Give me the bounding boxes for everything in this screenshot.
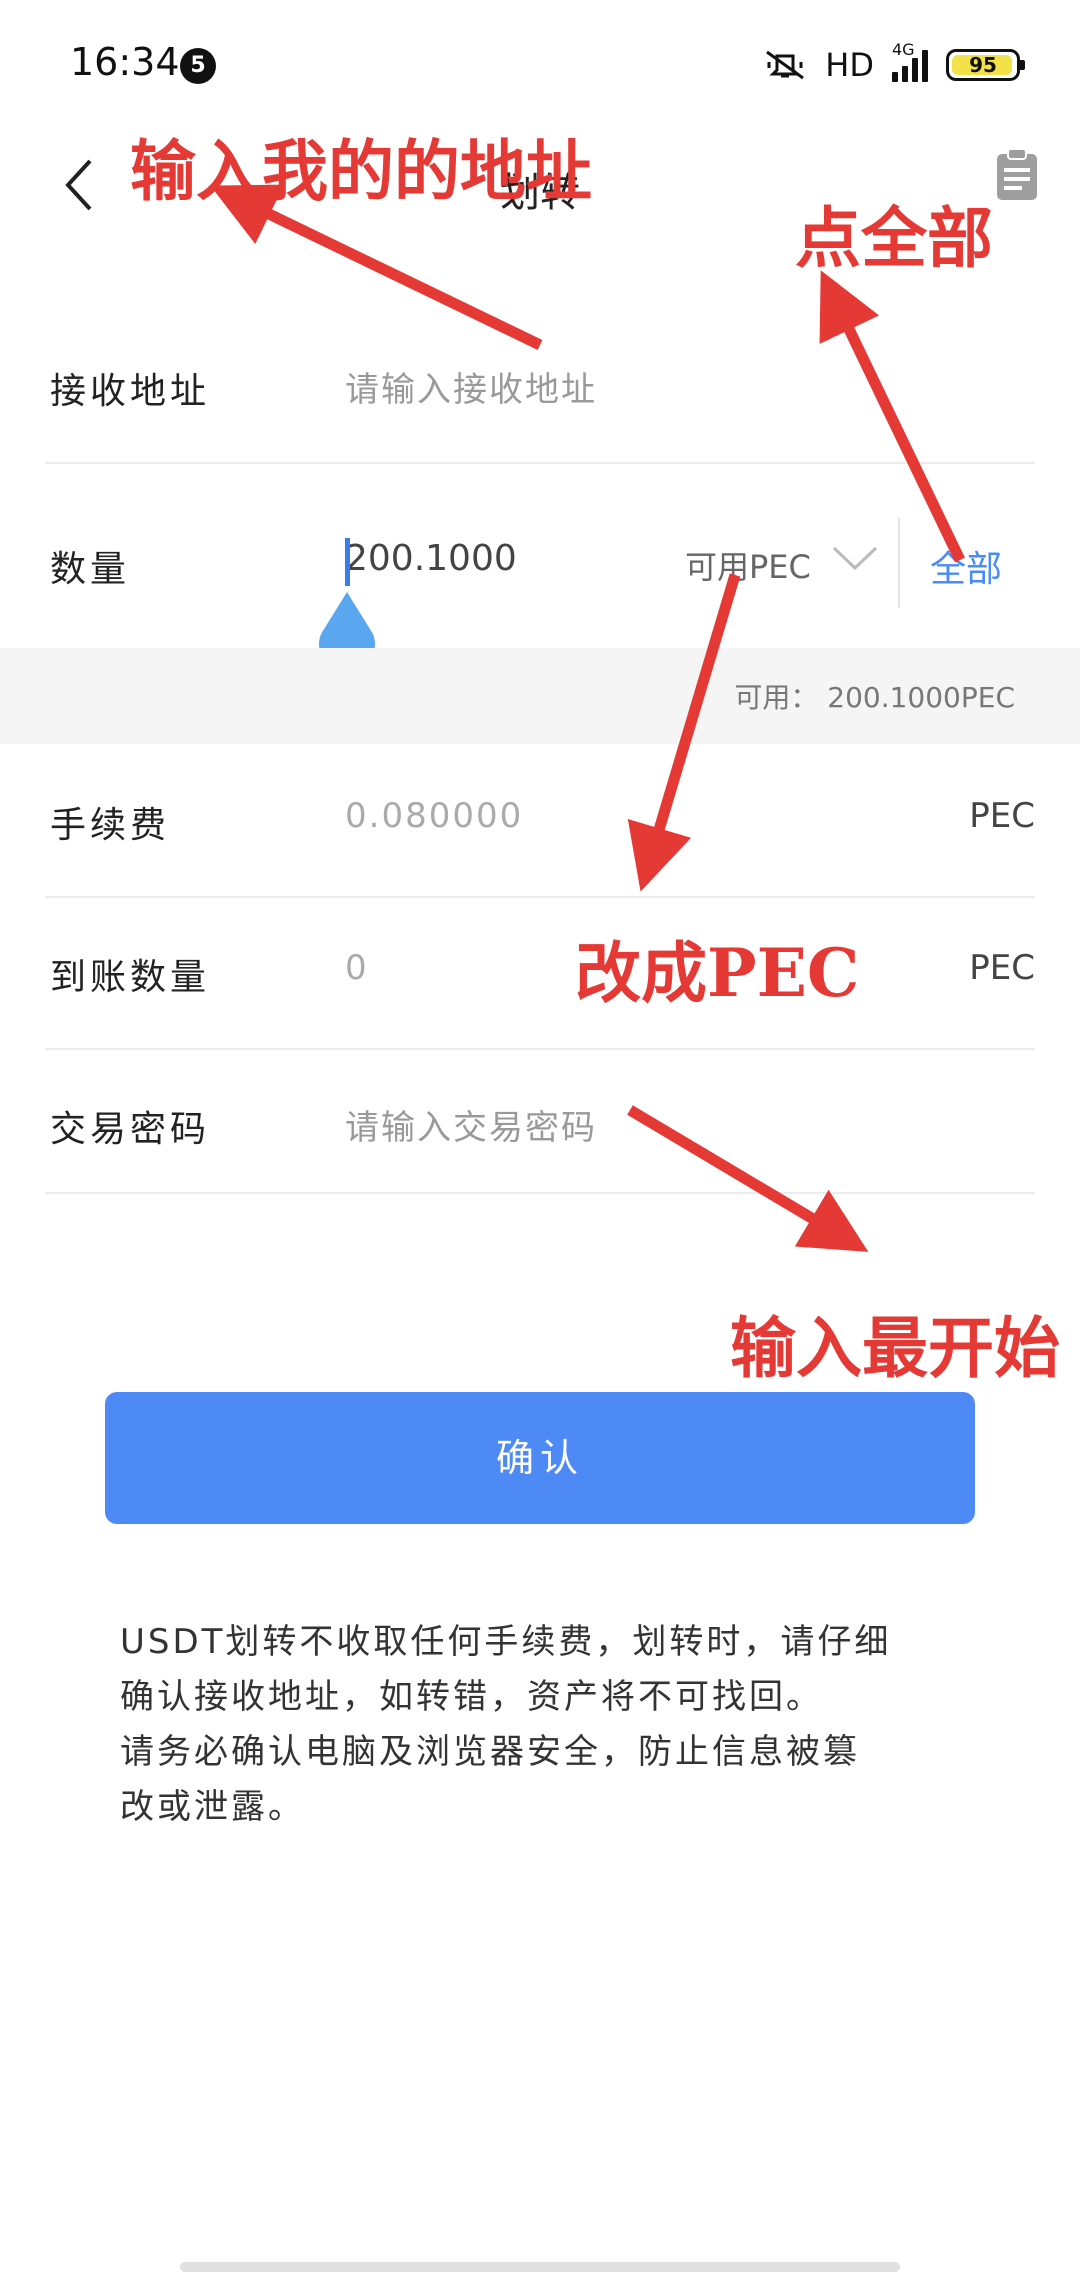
amount-row: 数量 200.1000 可用PEC 全部 — [45, 462, 1035, 670]
fee-row: 手续费 0.080000 PEC — [45, 744, 1035, 898]
notification-badge: 5 — [180, 48, 216, 84]
available-balance: 可用： 200.1000PEC — [734, 681, 1015, 714]
annotation-change-pec: 改成PEC — [575, 934, 860, 1012]
fee-value: 0.080000 — [345, 796, 524, 836]
password-input[interactable]: 请输入交易密码 — [345, 1100, 597, 1149]
password-label: 交易密码 — [50, 1109, 211, 1150]
annotation-input-address: 输入我的的地址 — [130, 132, 592, 210]
network-label: HD — [825, 46, 874, 84]
status-time: 16:34 — [70, 40, 180, 84]
notice-line: 改或泄露。 — [120, 1787, 305, 1827]
annotation-input-start: 输入最开始 — [730, 1309, 1060, 1387]
divider — [898, 518, 900, 608]
address-input[interactable]: 请输入接收地址 — [345, 362, 597, 411]
fee-unit: PEC — [969, 796, 1035, 836]
notice-line: USDT划转不收取任何手续费，划转时，请仔细 — [120, 1622, 892, 1662]
mute-icon — [766, 50, 805, 80]
battery-icon: 95 — [946, 49, 1025, 81]
available-bar: 可用： 200.1000PEC — [0, 648, 1080, 744]
amount-label: 数量 — [50, 549, 131, 590]
notice-line: 确认接收地址，如转错，资产将不可找回。 — [120, 1677, 823, 1717]
fee-label: 手续费 — [50, 805, 171, 846]
amount-input[interactable]: 200.1000 — [345, 538, 517, 579]
password-row: 交易密码 请输入交易密码 — [45, 1048, 1035, 1194]
clipboard-icon[interactable] — [994, 148, 1040, 202]
home-indicator[interactable] — [180, 2262, 900, 2272]
status-icons: HD 4G 95 — [763, 40, 1025, 90]
text-cursor — [345, 538, 350, 586]
notice-text: USDT划转不收取任何手续费，划转时，请仔细 确认接收地址，如转错，资产将不可找… — [120, 1615, 960, 1835]
receive-value: 0 — [345, 948, 369, 988]
receive-unit: PEC — [969, 948, 1035, 988]
address-row: 接收地址 请输入接收地址 — [45, 320, 1035, 464]
annotation-click-all: 点全部 — [795, 199, 993, 277]
notice-line: 请务必确认电脑及浏览器安全，防止信息被篡 — [120, 1732, 860, 1772]
receive-label: 到账数量 — [50, 957, 211, 998]
confirm-button[interactable]: 确认 — [105, 1392, 975, 1524]
status-bar: 16:34 5 HD 4G 95 — [0, 0, 1080, 130]
chevron-down-icon[interactable] — [830, 540, 880, 576]
receive-row: 到账数量 0 PEC — [45, 896, 1035, 1050]
signal-icon: 4G — [892, 40, 928, 82]
address-label: 接收地址 — [50, 371, 211, 412]
transfer-page: 16:34 5 HD 4G 95 划转 接收地址 请输入接收地址 数量 200.… — [0, 0, 1080, 2280]
coin-select[interactable]: 可用PEC — [685, 542, 811, 588]
all-button[interactable]: 全部 — [930, 540, 1002, 592]
network-type-label: 4G — [892, 40, 915, 59]
battery-level: 95 — [969, 53, 997, 77]
